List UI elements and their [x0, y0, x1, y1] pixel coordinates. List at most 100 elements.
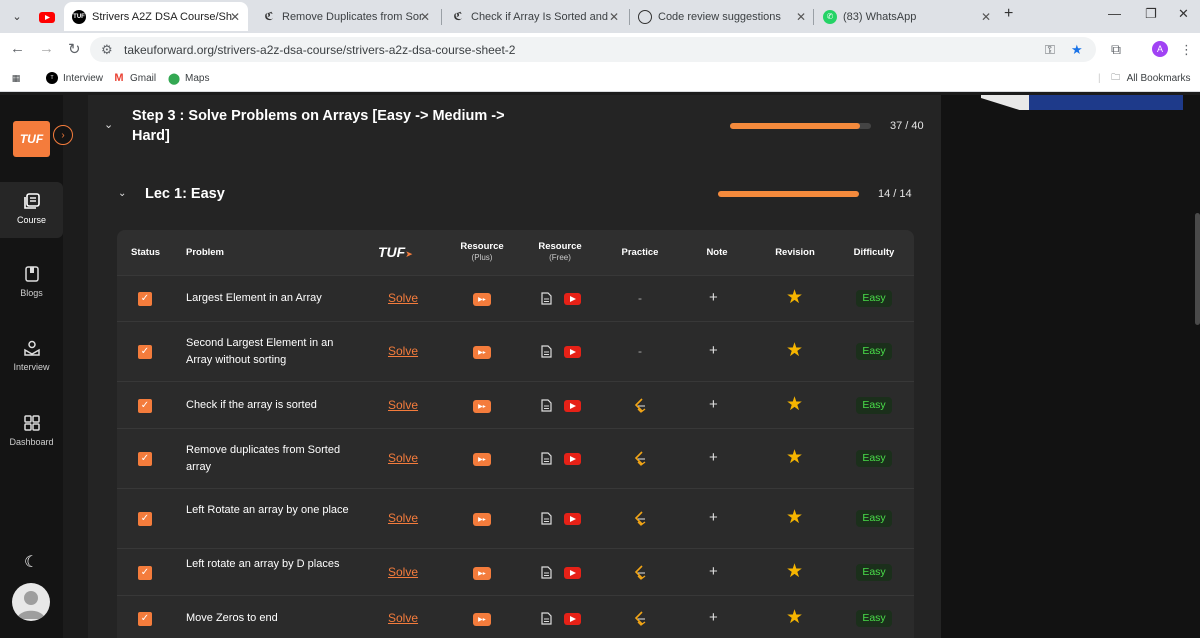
youtube-icon[interactable] [564, 399, 581, 412]
sidebar-item-dashboard[interactable]: Dashboard [0, 415, 63, 447]
tab-remove-duplicates[interactable]: ℭ Remove Duplicates from Sorted ✕ [254, 2, 438, 31]
add-note-icon[interactable]: + [709, 609, 718, 626]
tuf-logo[interactable]: TUF [13, 121, 50, 157]
solve-link[interactable]: Solve [388, 611, 418, 625]
user-avatar[interactable] [12, 583, 50, 621]
revision-star-icon[interactable]: ★ [786, 339, 803, 362]
lecture-collapse-chevron-icon[interactable]: ⌄ [118, 188, 126, 199]
new-tab-icon[interactable]: + [1004, 5, 1013, 23]
article-icon[interactable] [541, 611, 552, 625]
youtube-icon[interactable] [564, 513, 581, 525]
add-note-icon[interactable]: + [709, 449, 718, 466]
leetcode-practice-icon[interactable] [632, 451, 648, 467]
tab-code-review[interactable]: Code review suggestions ✕ [630, 2, 814, 31]
sidebar-item-course[interactable]: Course [0, 182, 63, 238]
status-checkbox[interactable]: ✓ [138, 398, 152, 413]
video-plus-icon[interactable]: ▶▸ [473, 513, 491, 526]
article-icon[interactable] [541, 512, 552, 525]
article-icon[interactable] [541, 292, 552, 305]
solve-link[interactable]: Solve [388, 344, 418, 358]
extensions-icon[interactable]: ⧉ [1111, 41, 1121, 58]
sidebar-item-blogs[interactable]: Blogs [0, 266, 63, 298]
tab-search-chevron-icon[interactable]: ⌄ [6, 5, 28, 27]
apps-icon[interactable]: ▦ [10, 72, 22, 84]
status-checkbox[interactable]: ✓ [138, 292, 152, 306]
revision-star-icon[interactable]: ★ [786, 286, 803, 309]
reload-icon[interactable]: ↻ [68, 40, 81, 58]
forward-icon[interactable]: → [39, 40, 54, 57]
revision-star-icon[interactable]: ★ [786, 606, 803, 629]
video-plus-icon[interactable]: ▶▸ [473, 612, 491, 626]
video-plus-icon[interactable]: ▶▸ [473, 453, 491, 466]
close-icon[interactable]: ✕ [796, 10, 806, 24]
window-close-icon[interactable]: ✕ [1178, 6, 1189, 22]
bookmark-maps[interactable]: ⬤ Maps [168, 72, 210, 85]
add-note-icon[interactable]: + [709, 342, 718, 359]
close-icon[interactable]: ✕ [609, 10, 619, 24]
status-checkbox[interactable]: ✓ [138, 345, 152, 359]
solve-link[interactable]: Solve [388, 291, 418, 305]
solve-link[interactable]: Solve [388, 565, 418, 579]
bookmark-interview[interactable]: T Interview [46, 72, 103, 84]
youtube-icon[interactable] [564, 293, 581, 305]
sidebar-toggle-chevron-icon[interactable]: › [53, 125, 73, 145]
password-key-icon[interactable]: ⚿ [1045, 42, 1055, 58]
all-bookmarks[interactable]: | 🗀 All Bookmarks [1098, 72, 1191, 84]
revision-star-icon[interactable]: ★ [786, 560, 803, 583]
video-plus-icon[interactable]: ▶▸ [473, 566, 491, 580]
youtube-pinned-tab[interactable] [34, 8, 60, 26]
video-plus-icon[interactable]: ▶▸ [473, 346, 491, 359]
bookmark-star-icon[interactable]: ★ [1071, 42, 1083, 58]
youtube-icon [39, 11, 55, 23]
bookmark-gmail[interactable]: M Gmail [113, 72, 156, 84]
minimize-icon[interactable]: — [1108, 6, 1121, 21]
url-text[interactable]: takeuforward.org/strivers-a2z-dsa-course… [124, 43, 515, 57]
article-icon[interactable] [541, 452, 552, 465]
tab-strivers-sheet[interactable]: TUF Strivers A2Z DSA Course/Sheet ✕ [64, 2, 248, 31]
youtube-icon[interactable] [564, 612, 581, 625]
leetcode-practice-icon[interactable] [632, 564, 648, 581]
close-icon[interactable]: ✕ [981, 10, 991, 24]
revision-star-icon[interactable]: ★ [786, 393, 803, 416]
add-note-icon[interactable]: + [709, 289, 718, 306]
article-icon[interactable] [541, 345, 552, 358]
tab-check-array-sorted[interactable]: ℭ Check if Array Is Sorted and Rot ✕ [443, 2, 627, 31]
video-plus-icon[interactable]: ▶▸ [473, 399, 491, 413]
article-icon[interactable] [541, 398, 552, 412]
revision-star-icon[interactable]: ★ [786, 446, 803, 469]
more-menu-icon[interactable]: ⋮ [1180, 42, 1193, 58]
solve-link[interactable]: Solve [388, 398, 418, 412]
close-icon[interactable]: ✕ [230, 10, 240, 24]
step-collapse-chevron-icon[interactable]: ⌄ [104, 118, 113, 131]
restore-icon[interactable]: ❐ [1145, 6, 1157, 22]
solve-link[interactable]: Solve [388, 511, 418, 525]
add-note-icon[interactable]: + [709, 563, 718, 580]
status-checkbox[interactable]: ✓ [138, 452, 152, 466]
step-title[interactable]: Step 3 : Solve Problems on Arrays [Easy … [132, 106, 512, 146]
status-checkbox[interactable]: ✓ [138, 512, 152, 526]
status-checkbox[interactable]: ✓ [138, 611, 152, 626]
ad-banner[interactable] [1029, 95, 1183, 110]
leetcode-practice-icon[interactable] [632, 397, 648, 414]
status-checkbox[interactable]: ✓ [138, 565, 152, 580]
youtube-icon[interactable] [564, 566, 581, 579]
scrollbar-thumb[interactable] [1195, 213, 1200, 325]
article-icon[interactable] [541, 565, 552, 579]
close-icon[interactable]: ✕ [420, 10, 430, 24]
lecture-title[interactable]: Lec 1: Easy [145, 186, 225, 202]
add-note-icon[interactable]: + [709, 509, 718, 526]
leetcode-practice-icon[interactable] [632, 511, 648, 527]
solve-link[interactable]: Solve [388, 451, 418, 465]
revision-star-icon[interactable]: ★ [786, 506, 803, 529]
dark-mode-moon-icon[interactable]: ☾ [24, 552, 38, 572]
video-plus-icon[interactable]: ▶▸ [473, 293, 491, 306]
add-note-icon[interactable]: + [709, 396, 718, 413]
back-icon[interactable]: ← [10, 40, 25, 57]
site-info-icon[interactable]: ⚙ [101, 42, 113, 58]
tab-whatsapp[interactable]: ✆ (83) WhatsApp ✕ [815, 2, 999, 31]
profile-avatar[interactable]: A [1152, 41, 1168, 57]
youtube-icon[interactable] [564, 346, 581, 358]
sidebar-item-interview[interactable]: Interview [0, 340, 63, 372]
youtube-icon[interactable] [564, 453, 581, 465]
leetcode-practice-icon[interactable] [632, 610, 648, 627]
